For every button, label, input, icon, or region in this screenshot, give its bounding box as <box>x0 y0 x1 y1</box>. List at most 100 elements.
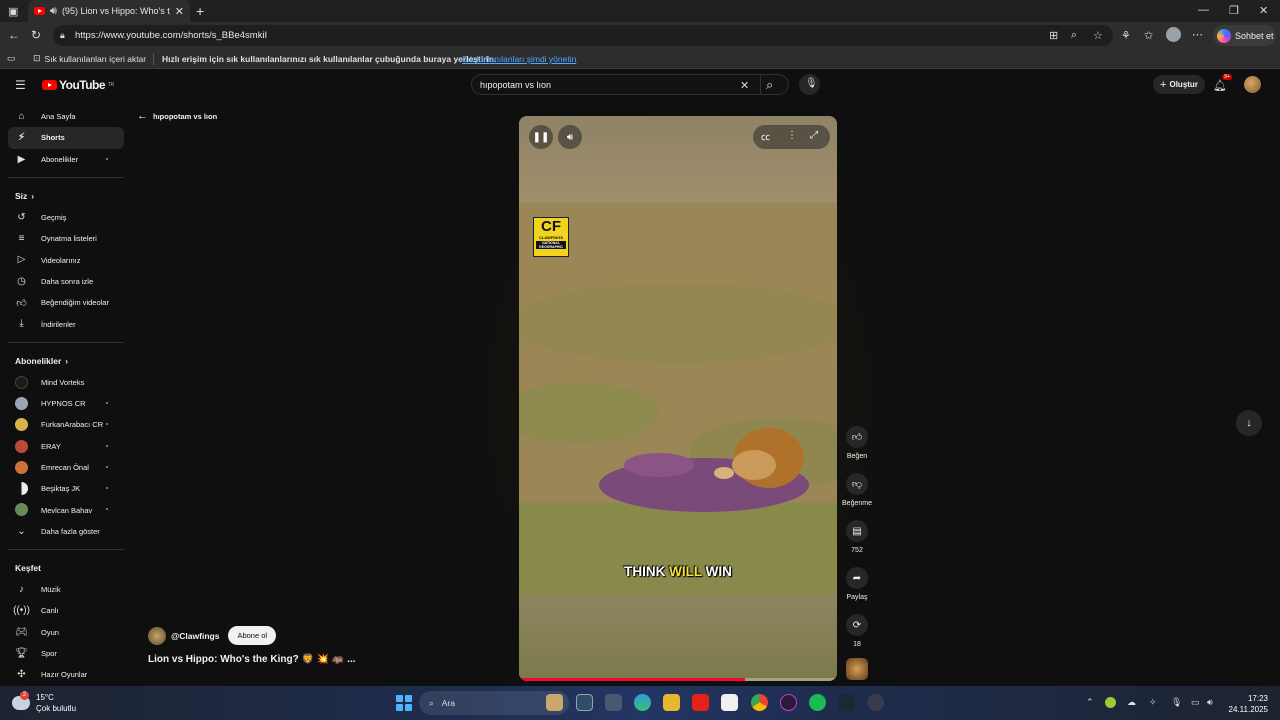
channel-name: Mind Vorteks <box>41 377 85 387</box>
zoom-icon[interactable]: ⌕ <box>1071 29 1077 42</box>
speaker-icon[interactable]: 🔊︎ <box>1207 697 1213 708</box>
sidebar-item-music[interactable]: ♪ Müzik <box>8 579 124 600</box>
favorites-icon[interactable]: ✩ <box>1144 29 1153 42</box>
sidebar-item-watch-later[interactable]: ◷ Daha sonra izle <box>8 271 124 292</box>
create-button[interactable]: + Oluştur <box>1153 75 1205 94</box>
extensions-icon[interactable]: ⚘ <box>1121 29 1131 42</box>
sidebar-channel[interactable]: ERAY <box>8 436 124 457</box>
import-favorites-button[interactable]: ⊡ Sık kullanılanları içeri aktar <box>33 53 146 64</box>
sidebar-item-shorts[interactable]: ⚡︎ Shorts <box>8 127 124 149</box>
voice-search-button[interactable]: 🎙︎ <box>799 74 820 95</box>
video-title[interactable]: Lion vs Hippo: Who's the King? 🦁 💥 🦛 ... <box>148 654 356 665</box>
fullscreen-icon[interactable]: ⤢ <box>810 130 818 141</box>
chrome-icon[interactable] <box>751 694 768 711</box>
more-options-icon[interactable]: ⋮ <box>787 130 797 141</box>
tab-actions-icon[interactable]: ▣ <box>8 5 18 18</box>
sidebar-channel[interactable]: FurkanArabacı CR <box>8 414 124 435</box>
sidebar-channel[interactable]: HYPNOS CR <box>8 393 124 414</box>
sidebar-item-subscriptions[interactable]: ▶︎ Abonelikler <box>8 149 124 170</box>
url-field[interactable]: 🔒︎ https://www.youtube.com/shorts/s_BBe4… <box>53 25 1113 46</box>
back-icon[interactable]: ← <box>8 28 20 42</box>
sidebar-item-home[interactable]: ⌂ Ana Sayfa <box>8 106 124 127</box>
store-icon[interactable] <box>721 694 738 711</box>
clear-search-icon[interactable]: ✕ <box>740 79 749 92</box>
steam-icon[interactable] <box>838 694 855 711</box>
manage-favorites-link[interactable]: Sık kullanılanları şimdi yönetin <box>462 54 576 64</box>
channel-name[interactable]: @Clawfings <box>171 631 219 641</box>
dislike-button[interactable]: 👎︎ Beğenme <box>842 473 872 507</box>
sidebar-channel[interactable]: Beşiktaş JK <box>8 478 124 499</box>
copilot-button[interactable]: Sohbet et <box>1213 25 1276 46</box>
search-icon[interactable]: ⌕ <box>766 77 773 93</box>
sidebar-section-you[interactable]: Siz › <box>8 185 124 207</box>
app-icon[interactable] <box>605 694 622 711</box>
network-icon[interactable]: ▭ <box>1191 697 1200 708</box>
sound-thumbnail[interactable] <box>846 658 868 680</box>
menu-icon[interactable]: ☰ <box>15 78 26 92</box>
browser-tab[interactable]: 🔊︎ (95) Lion vs Hippo: Who's th ✕ <box>28 0 190 22</box>
search-highlight-icon[interactable] <box>546 694 563 711</box>
app-icon[interactable] <box>867 694 884 711</box>
file-explorer-icon[interactable] <box>663 694 680 711</box>
more-menu-icon[interactable]: ⋯ <box>1192 28 1203 41</box>
clock[interactable]: 17:23 24.11.2025 <box>1226 693 1268 715</box>
sidebar-item-your-videos[interactable]: ▷ Videolarınız <box>8 249 124 270</box>
pause-button[interactable]: ❚❚ <box>529 125 553 149</box>
progress-bar[interactable] <box>519 678 837 681</box>
caption-word: WIN <box>705 564 732 579</box>
chevron-up-icon[interactable]: ⌃ <box>1086 697 1094 708</box>
video-blur-bottom <box>519 595 837 681</box>
app-icon[interactable] <box>780 694 797 711</box>
closed-captions-icon[interactable]: ㏄ <box>761 130 770 143</box>
show-more-button[interactable]: ⌄ Daha fazla göster <box>8 521 124 542</box>
tray-app-icon[interactable] <box>1105 697 1116 708</box>
next-video-button[interactable]: ↓ <box>1236 410 1262 436</box>
youtube-app-icon[interactable] <box>692 694 709 711</box>
weather-widget[interactable]: 2 15°C Çok bulutlu <box>12 691 76 714</box>
like-button[interactable]: 👍︎ Beğen <box>843 426 871 460</box>
maximize-icon[interactable]: ❐ <box>1229 4 1239 17</box>
refresh-icon[interactable]: ↻ <box>31 28 41 42</box>
sidebar-channel[interactable]: Mind Vorteks <box>8 372 124 393</box>
edge-icon[interactable] <box>634 694 651 711</box>
channel-avatar[interactable] <box>148 626 166 645</box>
spotify-icon[interactable] <box>809 694 826 711</box>
task-view-icon[interactable] <box>576 694 593 711</box>
back-to-search-link[interactable]: ← hıpopotam vs lıon <box>137 110 217 122</box>
sidebar-item-history[interactable]: ↺ Geçmiş <box>8 207 124 228</box>
close-tab-icon[interactable]: ✕ <box>175 5 184 18</box>
windows-logo-icon <box>404 695 412 703</box>
section-title: Keşfet <box>15 563 41 574</box>
sidebar-item-live[interactable]: ((•)) Canlı <box>8 600 124 621</box>
speaker-icon[interactable]: 🔊︎ <box>50 5 57 18</box>
microphone-icon[interactable]: 🎙︎ <box>1171 697 1182 708</box>
youtube-logo[interactable]: YouTube TR <box>42 78 114 92</box>
volume-button[interactable]: 🔊︎ <box>558 125 582 149</box>
start-button[interactable] <box>396 695 412 711</box>
sidebar-item-downloads[interactable]: ⤓ İndirilenler <box>8 313 124 334</box>
sidebar-channel[interactable]: Mevlcan Bahav <box>8 499 124 520</box>
search-input[interactable]: hıpopotam vs lıon ✕ ⌕ <box>471 74 789 95</box>
app-available-icon[interactable]: ⊞ <box>1049 29 1058 42</box>
share-button[interactable]: ➦ Paylaş <box>843 567 871 601</box>
shorts-player[interactable]: CF CLAWFINGS NATIONAL GEOGRAPHIC THINK W… <box>519 116 837 681</box>
sidebar-item-sports[interactable]: 🏆︎ Spor <box>8 643 124 664</box>
sidebar-item-playlists[interactable]: ≡ Oynatma listeleri <box>8 228 124 249</box>
subscribe-button[interactable]: Abone ol <box>228 626 277 645</box>
minimize-icon[interactable]: — <box>1198 4 1209 16</box>
sidebar-item-liked-videos[interactable]: 👍︎ Beğendiğim videolar <box>8 292 124 313</box>
sidebar-channel[interactable]: Emrecan Önal <box>8 457 124 478</box>
sidebar-item-playables[interactable]: ✣ Hazır Oyunlar <box>8 664 124 685</box>
notifications-button[interactable]: 🔔︎ 9+ <box>1213 74 1233 92</box>
remix-button[interactable]: ⟳ 18 <box>843 614 871 648</box>
favorite-star-icon[interactable]: ☆ <box>1093 29 1103 42</box>
new-tab-icon[interactable]: + <box>196 3 204 19</box>
tray-app-icon[interactable]: ✧ <box>1149 697 1157 708</box>
sidebar-item-gaming[interactable]: 🎮︎ Oyun <box>8 622 124 643</box>
account-avatar[interactable] <box>1244 76 1261 93</box>
comments-button[interactable]: ▤ 752 <box>843 520 871 554</box>
sidebar-section-subscriptions[interactable]: Abonelikler › <box>8 350 124 372</box>
onedrive-icon[interactable]: ☁︎ <box>1127 697 1136 708</box>
close-window-icon[interactable]: ✕ <box>1259 4 1268 17</box>
profile-icon[interactable] <box>1166 27 1181 42</box>
